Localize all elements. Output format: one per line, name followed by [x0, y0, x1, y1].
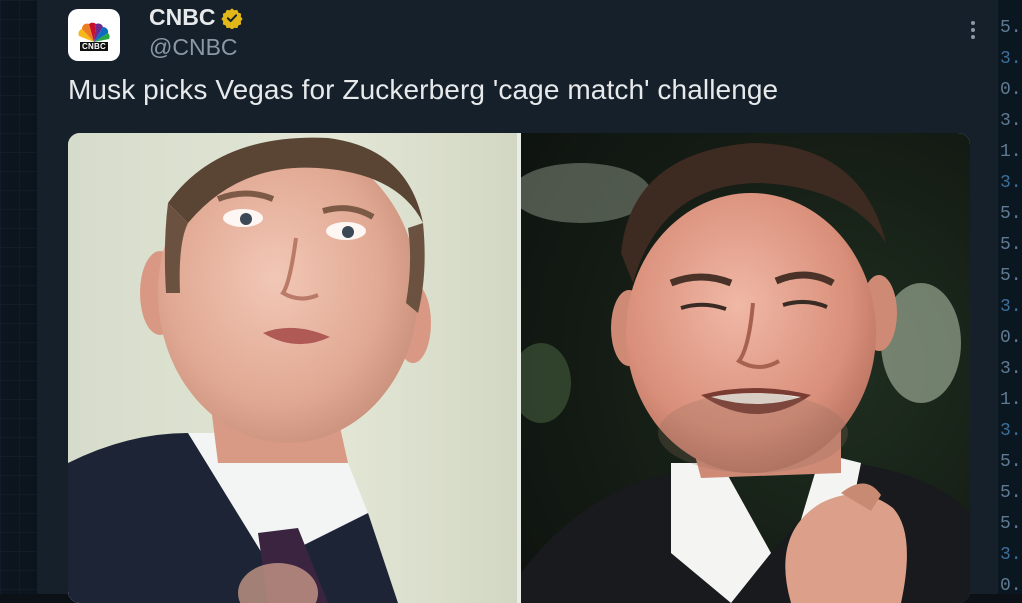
ticker-value: 3.1	[1000, 545, 1022, 565]
ticker-value: 5.0	[1000, 204, 1022, 224]
ticker-value: 3.0	[1000, 359, 1022, 379]
author-handle[interactable]: @CNBC	[149, 34, 238, 61]
background-chart-grid	[0, 0, 38, 594]
ticker-value: 5.9	[1000, 18, 1022, 38]
background-ticker-column: 5.9 3.1 0.4 3.0 1.2 3.1 5.0 5.0 5.9 3.1 0.4 3.0 1.2 3…	[998, 0, 1022, 594]
cnbc-peacock-logo-icon	[78, 22, 110, 42]
ticker-value: 1.2	[1000, 142, 1022, 162]
dot	[971, 35, 975, 39]
ticker-value: 0.4	[1000, 80, 1022, 100]
ticker-value: 5.0	[1000, 235, 1022, 255]
ticker-value: 3.1	[1000, 49, 1022, 69]
ticker-value: 5.9	[1000, 266, 1022, 286]
media-image-left[interactable]	[68, 133, 517, 603]
dot	[971, 28, 975, 32]
ticker-value: 3.0	[1000, 111, 1022, 131]
tweet-text: Musk picks Vegas for Zuckerberg 'cage ma…	[68, 74, 779, 105]
dot	[971, 21, 975, 25]
ticker-value: 5.9	[1000, 514, 1022, 534]
ticker-value: 5.0	[1000, 483, 1022, 503]
author-name-row: CNBC	[149, 4, 244, 31]
tweet-media[interactable]	[68, 133, 970, 603]
ticker-value: 3.1	[1000, 297, 1022, 317]
ticker-value: 5.0	[1000, 452, 1022, 472]
ticker-value: 3.1	[1000, 421, 1022, 441]
ticker-value: 0.4	[1000, 328, 1022, 348]
tweet-card[interactable]: CNBC CNBC @CNBC Musk picks Vegas for Zuc…	[37, 0, 998, 603]
ticker-value: 1.2	[1000, 390, 1022, 410]
display-name[interactable]: CNBC	[149, 4, 215, 31]
avatar-logo-text: CNBC	[80, 41, 108, 51]
media-image-right[interactable]	[521, 133, 970, 603]
ticker-value: 3.1	[1000, 173, 1022, 193]
avatar[interactable]: CNBC	[68, 9, 120, 61]
ticker-value: 0.4	[1000, 576, 1022, 594]
more-options-icon[interactable]	[963, 18, 983, 42]
gold-verified-badge-icon[interactable]	[221, 7, 244, 29]
